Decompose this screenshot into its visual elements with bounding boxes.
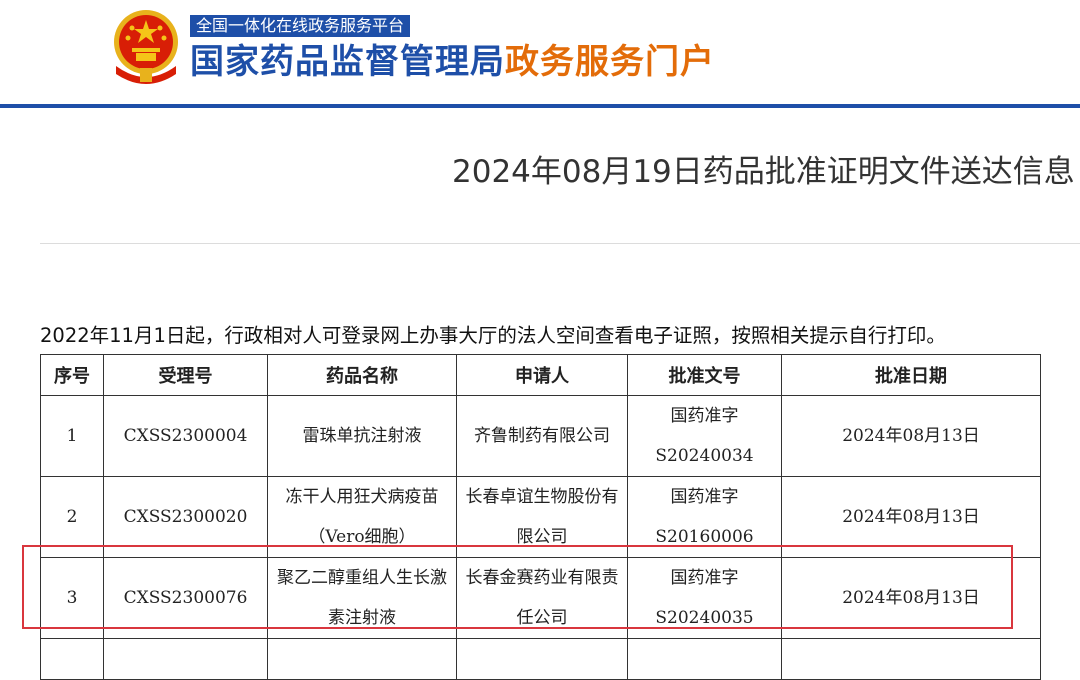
page-title: 2024年08月19日药品批准证明文件送达信息 [452,154,1075,190]
cell-approval-date: 2024年08月13日 [781,395,1041,477]
header-divider [0,104,1080,108]
title-divider [40,243,1080,244]
cell-approval-no: 国药准字S20240034 [627,395,782,477]
header-approval-date: 批准日期 [781,354,1041,396]
table-row [40,638,1041,680]
national-emblem-icon[interactable] [110,8,182,84]
table-row: 1 CXSS2300004 雷珠单抗注射液 齐鲁制药有限公司 国药准字S2024… [40,395,1041,477]
platform-tag[interactable]: 全国一体化在线政务服务平台 [190,15,411,37]
site-title-sub: 政务服务门户 [505,42,715,82]
site-header: 全国一体化在线政务服务平台 国家药品监督管理局政务服务门户 [0,0,1080,108]
header-drug-name: 药品名称 [267,354,457,396]
header-applicant: 申请人 [456,354,628,396]
header-acceptance-no: 受理号 [103,354,268,396]
row-highlight-annotation [22,545,1013,629]
approval-table: 序号 受理号 药品名称 申请人 批准文号 批准日期 1 CXSS2300004 … [40,354,1041,680]
header-approval-no: 批准文号 [627,354,782,396]
cell-no: 1 [40,395,104,477]
cell-acceptance-no: CXSS2300004 [103,395,268,477]
table-header-row: 序号 受理号 药品名称 申请人 批准文号 批准日期 [40,354,1041,396]
notice-text: 2022年11月1日起，行政相对人可登录网上办事大厅的法人空间查看电子证照，按照… [40,324,946,347]
cell-drug-name: 雷珠单抗注射液 [267,395,457,477]
cell-applicant: 齐鲁制药有限公司 [456,395,628,477]
site-title-main: 国家药品监督管理局 [190,42,505,82]
header-no: 序号 [40,354,104,396]
site-title[interactable]: 国家药品监督管理局政务服务门户 [190,40,715,84]
